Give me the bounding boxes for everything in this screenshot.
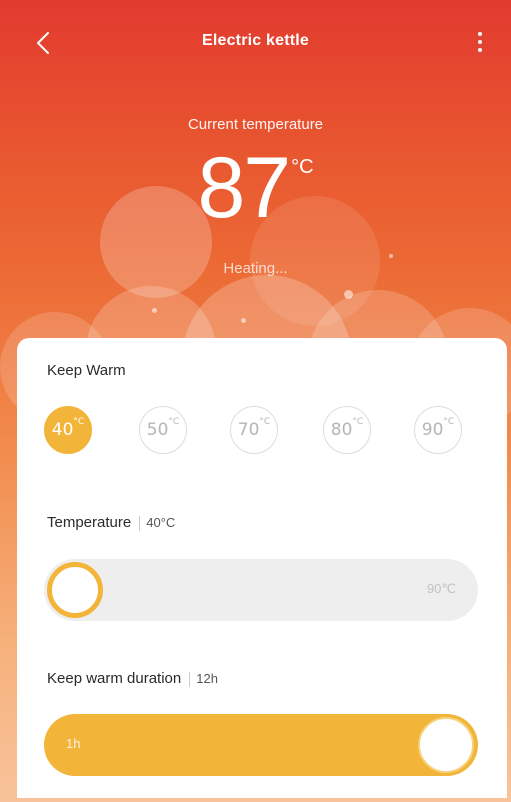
current-temperature-display: 87 °C bbox=[0, 140, 511, 236]
temperature-slider-thumb[interactable] bbox=[47, 562, 103, 618]
top-bar: Electric kettle bbox=[0, 20, 511, 64]
more-vertical-icon-dot bbox=[478, 48, 482, 52]
current-temperature-unit: °C bbox=[291, 156, 314, 178]
temperature-slider-max-label: 90℃ bbox=[426, 581, 456, 596]
duration-slider[interactable]: 1h bbox=[44, 714, 478, 776]
temperature-setting-label: Temperature bbox=[47, 514, 132, 531]
page-title: Electric kettle bbox=[201, 32, 310, 49]
decor-dot bbox=[152, 308, 157, 313]
more-options-button[interactable] bbox=[466, 26, 494, 58]
duration-setting-label: Keep warm duration bbox=[47, 670, 182, 687]
duration-setting-value: 12h bbox=[196, 671, 218, 686]
decor-dot bbox=[344, 290, 353, 299]
preset-unit: °C bbox=[352, 417, 364, 427]
more-vertical-icon-dot bbox=[478, 40, 482, 44]
preset-value: 90 bbox=[421, 420, 444, 440]
temperature-setting-header: Temperature 40°C bbox=[47, 514, 175, 531]
keep-warm-label: Keep Warm bbox=[47, 362, 126, 379]
duration-slider-thumb[interactable] bbox=[418, 717, 474, 773]
heating-status: Heating... bbox=[223, 260, 288, 277]
temperature-setting-value: 40°C bbox=[146, 515, 176, 530]
preset-70-button[interactable]: 70°C bbox=[230, 406, 278, 454]
temperature-slider[interactable]: 90℃ bbox=[44, 559, 478, 621]
duration-setting-header: Keep warm duration 12h bbox=[47, 670, 218, 687]
keep-warm-presets: 40°C 50°C 70°C 80°C 90°C bbox=[44, 406, 484, 456]
divider bbox=[139, 515, 141, 531]
duration-slider-min-label: 1h bbox=[66, 736, 81, 751]
preset-unit: °C bbox=[443, 417, 455, 427]
preset-40-button[interactable]: 40°C bbox=[44, 406, 92, 454]
preset-value: 50 bbox=[146, 420, 169, 440]
preset-value: 70 bbox=[237, 420, 260, 440]
preset-unit: °C bbox=[168, 417, 180, 427]
preset-50-button[interactable]: 50°C bbox=[139, 406, 187, 454]
divider bbox=[189, 671, 191, 687]
preset-80-button[interactable]: 80°C bbox=[323, 406, 371, 454]
decor-dot bbox=[241, 318, 246, 323]
settings-card: Keep Warm 40°C 50°C 70°C 80°C 90°C Tempe… bbox=[17, 338, 507, 798]
kettle-screen: Electric kettle Current temperature 87 °C… bbox=[0, 0, 511, 802]
more-vertical-icon bbox=[478, 32, 482, 36]
preset-unit: °C bbox=[259, 417, 271, 427]
decor-dot bbox=[389, 254, 393, 258]
preset-unit: °C bbox=[73, 417, 85, 427]
current-temperature-label: Current temperature bbox=[187, 116, 324, 133]
preset-value: 80 bbox=[330, 420, 353, 440]
preset-value: 40 bbox=[51, 420, 74, 440]
current-temperature-value: 87 bbox=[197, 140, 291, 236]
preset-90-button[interactable]: 90°C bbox=[414, 406, 462, 454]
